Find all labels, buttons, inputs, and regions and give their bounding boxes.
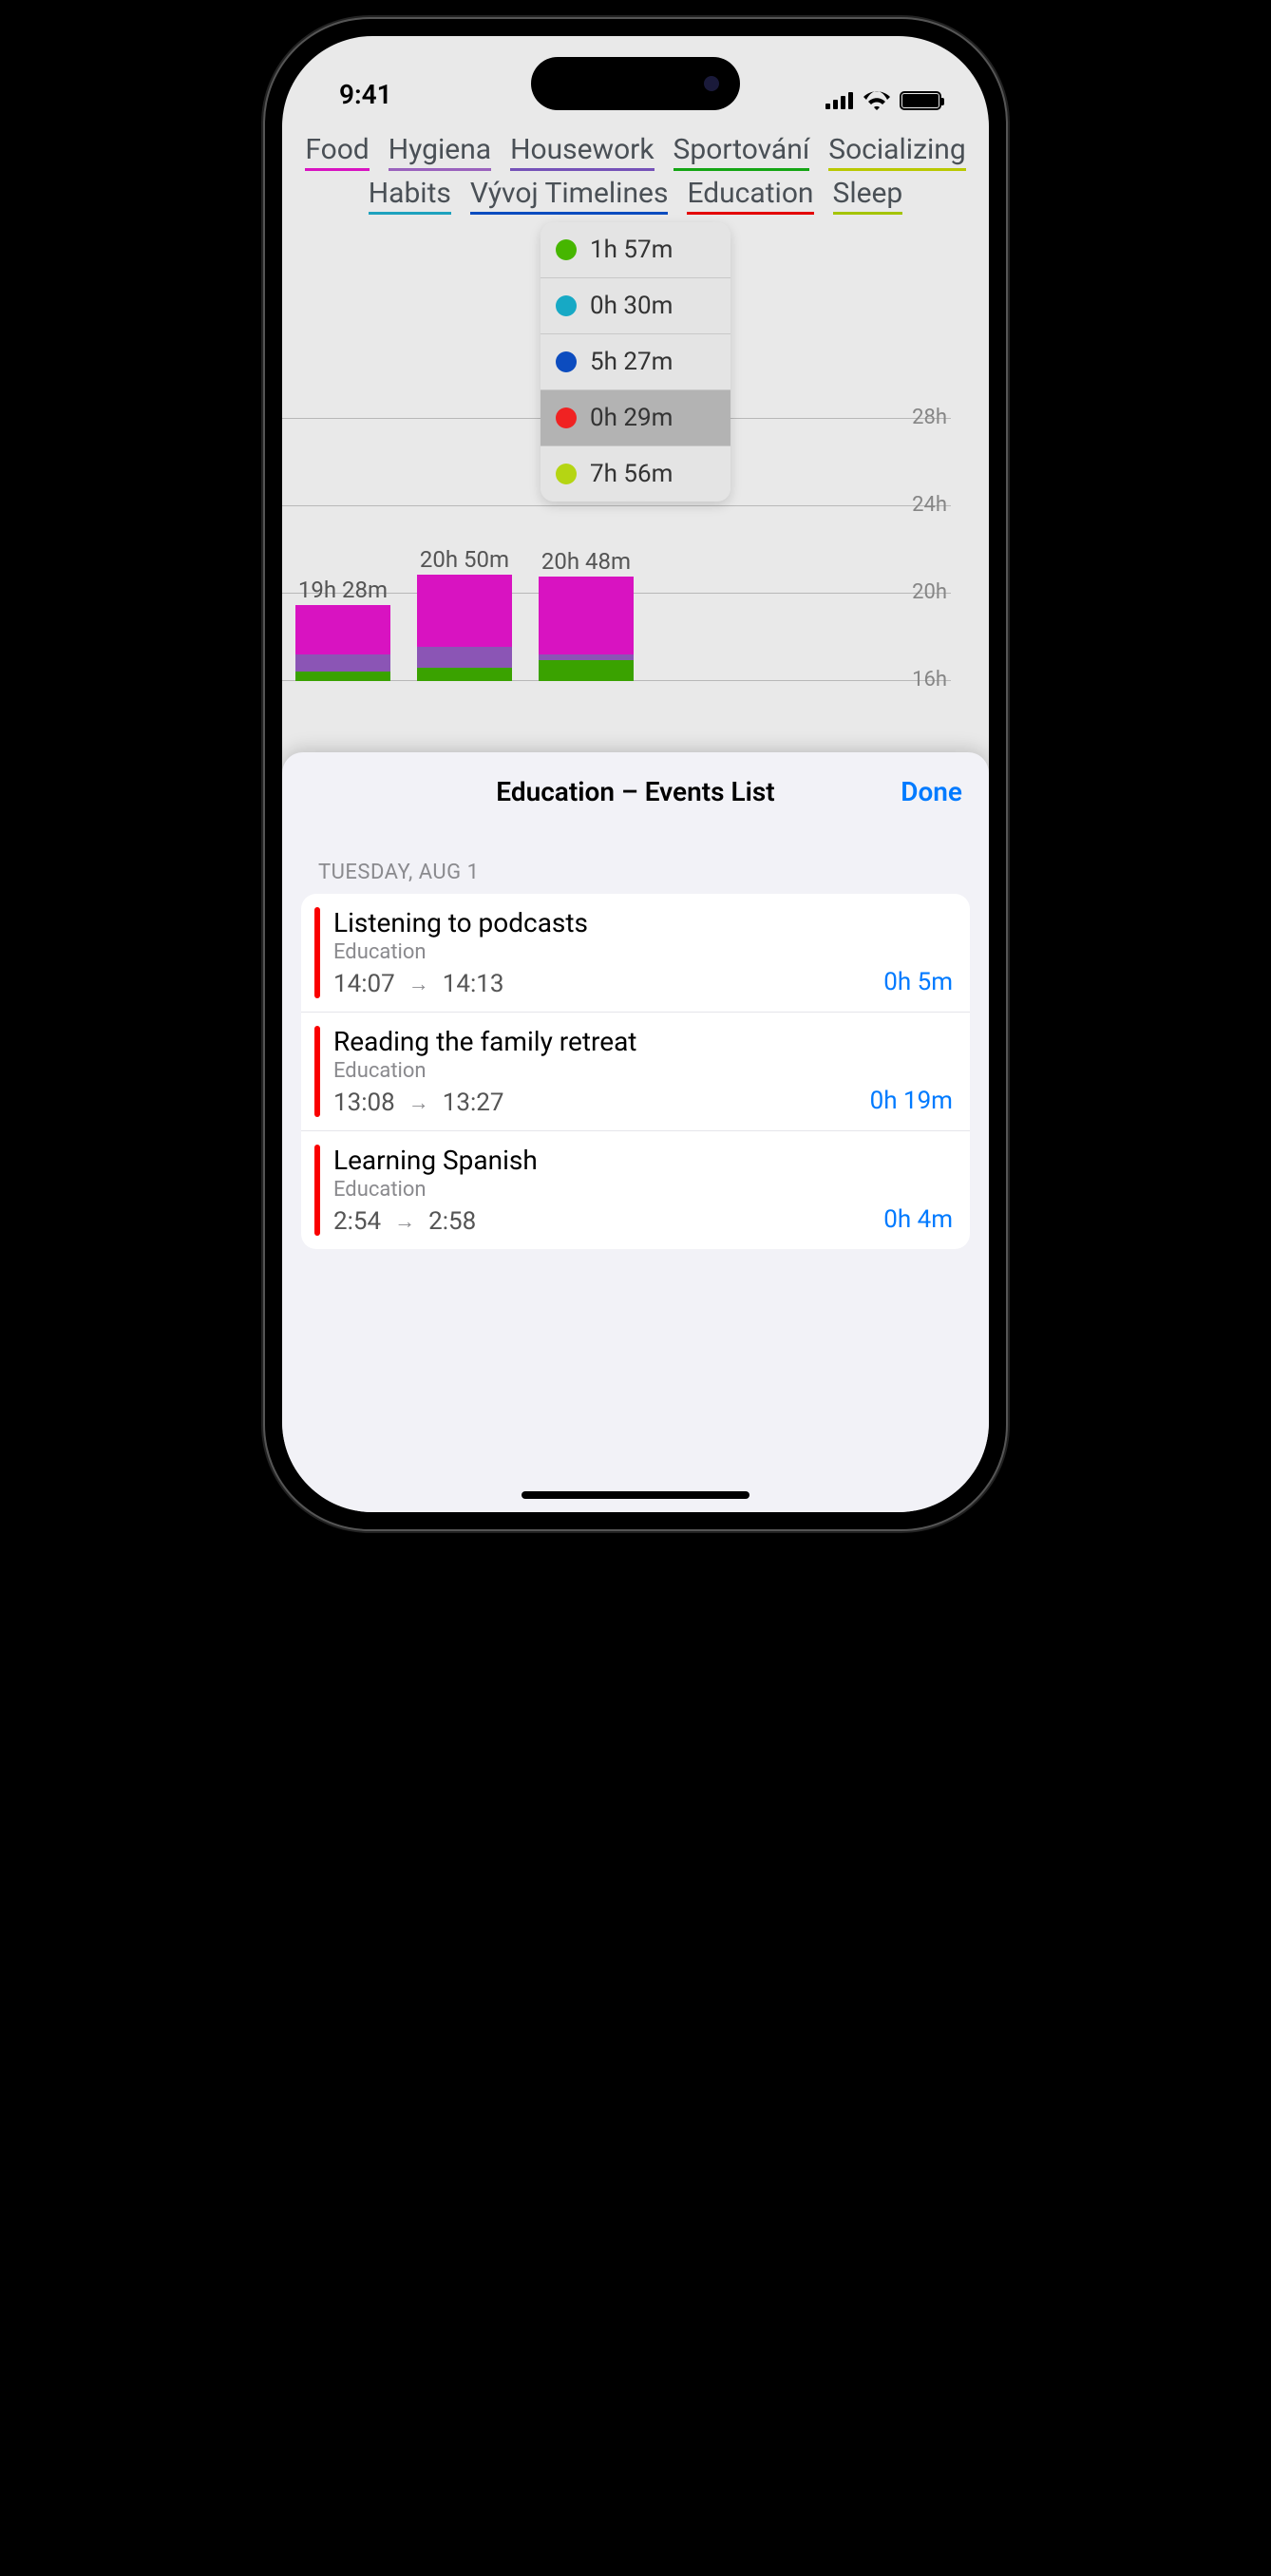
tooltip-row[interactable]: 7h 56m xyxy=(541,446,730,502)
dot-icon xyxy=(556,239,577,260)
events-sheet: Education – Events List Done TUESDAY, AU… xyxy=(282,752,989,1512)
dot-icon xyxy=(556,351,577,372)
bar-2[interactable]: 20h 50m xyxy=(417,575,512,681)
home-indicator[interactable] xyxy=(522,1491,749,1499)
event-category: Education xyxy=(333,940,870,964)
axis-label: 20h xyxy=(912,580,951,604)
legend-habits[interactable]: Habits xyxy=(369,177,451,215)
event-duration: 0h 5m xyxy=(883,968,953,998)
event-row[interactable]: Listening to podcasts Education 14:07 → … xyxy=(301,894,970,1013)
event-category: Education xyxy=(333,1059,857,1083)
sheet-title: Education – Events List xyxy=(496,776,774,807)
category-color-bar xyxy=(314,907,320,998)
legend-socializing[interactable]: Socializing xyxy=(828,133,965,171)
bar-1[interactable]: 19h 28m xyxy=(295,605,390,681)
dot-icon xyxy=(556,407,577,428)
bar-3[interactable]: 20h 48m xyxy=(539,577,634,681)
bar-total: 20h 50m xyxy=(404,546,525,573)
event-title: Reading the family retreat xyxy=(333,1026,857,1057)
bar-seg xyxy=(295,605,390,654)
category-legend: Food Hygiena Housework Sportování Social… xyxy=(282,110,989,220)
dot-icon xyxy=(556,295,577,316)
dynamic-island xyxy=(531,57,740,110)
event-time: 14:07 → 14:13 xyxy=(333,970,870,998)
status-time: 9:41 xyxy=(339,79,392,110)
done-button[interactable]: Done xyxy=(901,776,962,807)
event-duration: 0h 4m xyxy=(883,1205,953,1236)
bar-total: 19h 28m xyxy=(282,577,404,603)
event-category: Education xyxy=(333,1178,870,1202)
section-date-label: TUESDAY, AUG 1 xyxy=(282,824,989,894)
event-title: Learning Spanish xyxy=(333,1145,870,1176)
bars: 19h 28m 20h 50m 20h 48 xyxy=(295,575,634,681)
axis-label: 28h xyxy=(912,406,951,429)
gridline-16: 16h xyxy=(282,680,951,705)
event-row[interactable]: Learning Spanish Education 2:54 → 2:58 0… xyxy=(301,1131,970,1249)
bar-seg xyxy=(417,668,512,681)
legend-housework[interactable]: Housework xyxy=(510,133,654,171)
axis-label: 16h xyxy=(912,668,951,691)
event-title: Listening to podcasts xyxy=(333,907,870,938)
arrow-right-icon: → xyxy=(394,1209,415,1234)
legend-sportovani[interactable]: Sportování xyxy=(673,133,810,171)
tooltip-row[interactable]: 1h 57m xyxy=(541,222,730,278)
events-list: Listening to podcasts Education 14:07 → … xyxy=(301,894,970,1249)
legend-vyvoj[interactable]: Vývoj Timelines xyxy=(470,177,669,215)
tooltip-value: 1h 57m xyxy=(590,236,673,264)
bar-total: 20h 48m xyxy=(525,548,647,575)
phone-frame: 9:41 Food Hygiena Housework Sportování S… xyxy=(265,19,1006,1529)
event-main: Listening to podcasts Education 14:07 → … xyxy=(333,907,870,998)
event-row[interactable]: Reading the family retreat Education 13:… xyxy=(301,1013,970,1131)
tooltip-value: 0h 29m xyxy=(590,404,673,432)
tooltip-value: 5h 27m xyxy=(590,348,673,376)
legend-sleep[interactable]: Sleep xyxy=(833,177,903,215)
bar-seg xyxy=(539,660,634,681)
gridline-24: 24h xyxy=(282,505,951,530)
bar-seg xyxy=(295,672,390,681)
arrow-right-icon: → xyxy=(408,972,429,996)
status-icons xyxy=(825,91,941,110)
event-main: Reading the family retreat Education 13:… xyxy=(333,1026,857,1117)
event-from: 13:08 xyxy=(333,1089,395,1117)
bar-seg xyxy=(539,577,634,654)
wifi-icon xyxy=(863,91,890,110)
legend-education[interactable]: Education xyxy=(687,177,813,215)
chart: 28h 24h 20h 16h 19h 28m 20h 50m xyxy=(282,230,989,819)
event-time: 2:54 → 2:58 xyxy=(333,1207,870,1236)
legend-food[interactable]: Food xyxy=(305,133,369,171)
category-color-bar xyxy=(314,1145,320,1236)
event-time: 13:08 → 13:27 xyxy=(333,1089,857,1117)
event-to: 13:27 xyxy=(443,1089,504,1117)
tooltip-row[interactable]: 5h 27m xyxy=(541,334,730,390)
bar-seg xyxy=(417,575,512,647)
event-to: 2:58 xyxy=(428,1207,476,1236)
event-main: Learning Spanish Education 2:54 → 2:58 xyxy=(333,1145,870,1236)
tooltip-row[interactable]: 0h 30m xyxy=(541,278,730,334)
dot-icon xyxy=(556,464,577,484)
cellular-signal-icon xyxy=(825,92,854,109)
legend-hygiena[interactable]: Hygiena xyxy=(389,133,491,171)
event-duration: 0h 19m xyxy=(870,1087,953,1117)
tooltip-value: 7h 56m xyxy=(590,460,673,488)
axis-label: 24h xyxy=(912,493,951,517)
bar-seg xyxy=(295,654,390,672)
battery-icon xyxy=(900,91,941,110)
event-to: 14:13 xyxy=(443,970,504,998)
chart-tooltip[interactable]: 1h 57m 0h 30m 5h 27m 0h 29m 7h 56m xyxy=(541,222,730,502)
event-from: 2:54 xyxy=(333,1207,381,1236)
category-color-bar xyxy=(314,1026,320,1117)
tooltip-value: 0h 30m xyxy=(590,292,673,320)
event-from: 14:07 xyxy=(333,970,395,998)
tooltip-row-selected[interactable]: 0h 29m xyxy=(541,390,730,446)
sheet-header: Education – Events List Done xyxy=(282,758,989,824)
screen: 9:41 Food Hygiena Housework Sportování S… xyxy=(282,36,989,1512)
bar-seg xyxy=(417,647,512,668)
arrow-right-icon: → xyxy=(408,1090,429,1115)
